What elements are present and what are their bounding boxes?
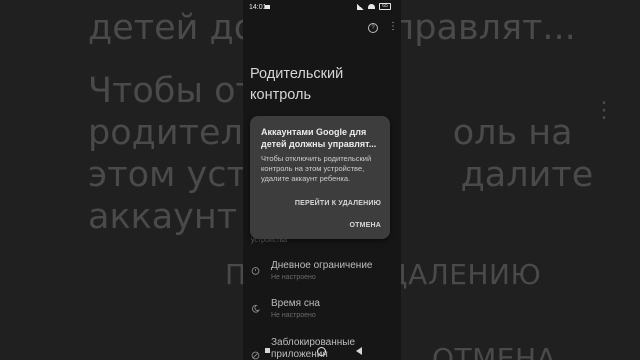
square-icon[interactable] xyxy=(265,348,270,353)
row-sublabel: Не настроено xyxy=(271,312,316,319)
signal-icon xyxy=(357,3,364,10)
circle-icon[interactable] xyxy=(317,347,326,356)
bg-cancel-fragment: ОТМЕНА xyxy=(432,342,557,360)
status-time: 14:01 xyxy=(249,4,267,11)
more-vert-icon[interactable]: ⋮ xyxy=(388,21,398,32)
question-circle-icon[interactable]: ? xyxy=(368,23,378,33)
wifi-icon xyxy=(368,4,375,9)
row-label: Дневное ограничение xyxy=(271,260,373,271)
status-bar: 14:01 65 xyxy=(243,0,401,16)
moon-icon xyxy=(252,304,260,313)
navigation-bar xyxy=(243,342,401,360)
battery-icon: 65 xyxy=(379,3,391,10)
dialog-title: Аккаунтами Google для детей должны управ… xyxy=(261,127,377,149)
settings-row-daily-limit[interactable]: Дневное ограничение Не настроено xyxy=(243,258,401,290)
status-icons: 65 xyxy=(357,3,391,10)
page-title: Родительский контроль xyxy=(250,66,344,103)
row-label: Время сна xyxy=(271,298,320,309)
remove-account-dialog: Аккаунтами Google для детей должны управ… xyxy=(250,116,390,239)
timer-icon xyxy=(251,267,260,275)
bg-menu-dots: ⋮ xyxy=(593,98,615,123)
triangle-back-icon[interactable] xyxy=(356,347,362,355)
go-to-removal-button[interactable]: ПЕРЕЙТИ К УДАЛЕНИЮ xyxy=(295,200,381,207)
cancel-button[interactable]: ОТМЕНА xyxy=(349,222,381,229)
row-sublabel: Не настроено xyxy=(271,274,316,281)
settings-row-bedtime[interactable]: Время сна Не настроено xyxy=(243,297,401,329)
screen-record-icon xyxy=(265,5,270,9)
dialog-message: Чтобы отключить родительский контроль на… xyxy=(261,154,372,183)
